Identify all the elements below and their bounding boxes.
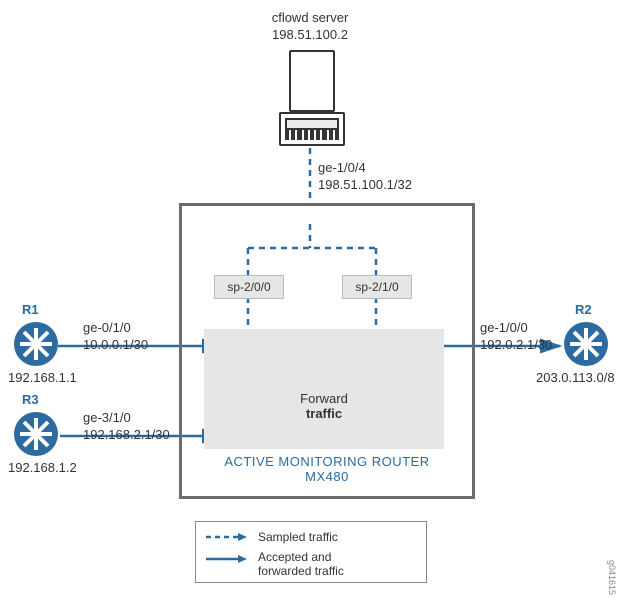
router-icon-r1	[14, 322, 58, 366]
r1-ip: 192.168.1.1	[8, 370, 77, 387]
forward-text: Forward traffic	[204, 391, 444, 421]
r1-iflabel: ge-0/1/0 10.0.0.1/30	[83, 320, 148, 354]
router-icon-r2	[564, 322, 608, 366]
router-icon-r3	[14, 412, 58, 456]
diagram: cflowd server 198.51.100.2	[0, 0, 621, 599]
r1-name: R1	[22, 302, 39, 319]
legend: Sampled traffic Accepted and forwarded t…	[195, 521, 427, 583]
uplink-if: ge-1/0/4	[318, 160, 412, 177]
legend-sampled: Sampled traffic	[206, 530, 338, 544]
forward-box: Forward traffic	[204, 329, 444, 449]
r2-ip: 203.0.113.0/8	[536, 370, 620, 387]
r3-iflabel: ge-3/1/0 192.168.2.1/30	[83, 410, 170, 444]
uplink-label: ge-1/0/4 198.51.100.1/32	[318, 160, 412, 194]
r3-ip: 192.168.1.2	[8, 460, 77, 477]
r2-iflabel: ge-1/0/0 192.0.2.1/30	[480, 320, 552, 354]
sp-b: sp-2/1/0	[342, 275, 412, 299]
figure-number: g041615	[607, 560, 617, 595]
uplink-ip: 198.51.100.1/32	[318, 177, 412, 194]
sp-a: sp-2/0/0	[214, 275, 284, 299]
router-title: ACTIVE MONITORING ROUTER MX480	[182, 454, 472, 484]
r2-name: R2	[575, 302, 592, 319]
legend-accepted: Accepted and forwarded traffic	[206, 550, 344, 578]
r3-name: R3	[22, 392, 39, 409]
